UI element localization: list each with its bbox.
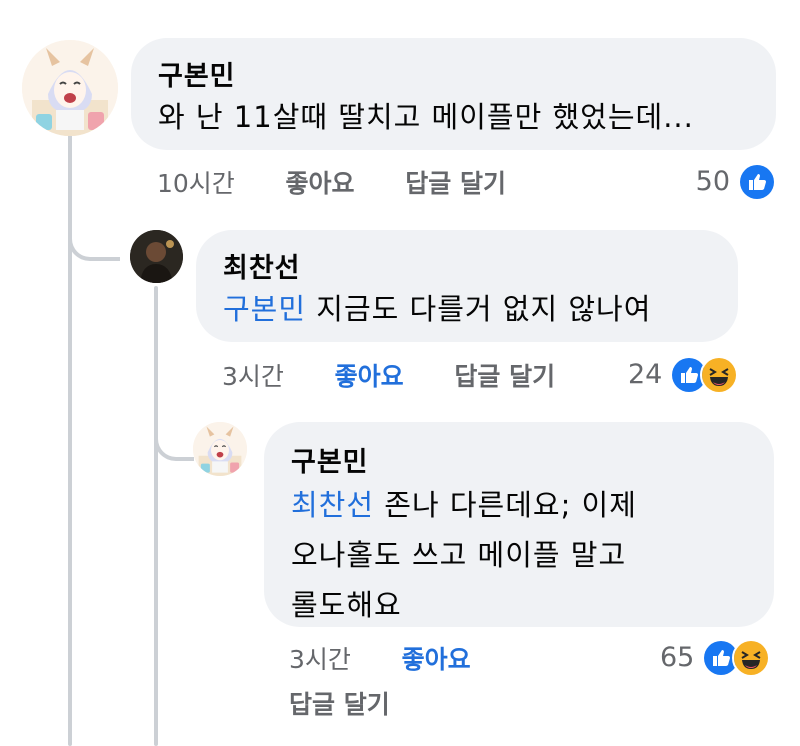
comment-author[interactable]: 구본민 bbox=[158, 60, 776, 94]
avatar[interactable] bbox=[130, 230, 183, 283]
like-button[interactable]: 좋아요 bbox=[286, 169, 355, 198]
comment-actions: 10시간 좋아요 답글 달기 bbox=[157, 167, 506, 201]
comment-bubble: 구본민 와 난 11살때 딸치고 메이플만 했었는데... bbox=[131, 38, 776, 150]
thread-connector-reply-1 bbox=[68, 205, 120, 261]
comment-bubble: 구본민 최찬선 존나 다른데요; 이제 오나홀도 쓰고 메이플 말고 롤도해요 bbox=[264, 422, 774, 627]
reaction-summary[interactable]: 50 bbox=[696, 163, 776, 201]
comment-text-line: 와 난 11살때 딸치고 메이플만 했었는데... bbox=[158, 100, 694, 134]
comment-author[interactable]: 최찬선 bbox=[223, 252, 738, 286]
comment-text-line: 롤도해요 bbox=[291, 588, 402, 622]
haha-icon bbox=[732, 639, 771, 677]
thread-line-reply bbox=[154, 286, 158, 746]
mention-link[interactable]: 최찬선 bbox=[291, 488, 374, 522]
comment-bubble: 최찬선 구본민 지금도 다를거 없지 않나여 bbox=[196, 230, 738, 342]
like-icon bbox=[738, 163, 776, 201]
comment-text: 최찬선 존나 다른데요; 이제 오나홀도 쓰고 메이플 말고 롤도해요 bbox=[291, 480, 774, 630]
comment-text-line: 오나홀도 쓰고 메이플 말고 bbox=[291, 538, 627, 572]
comment-author[interactable]: 구본민 bbox=[291, 446, 774, 480]
comment-timestamp[interactable]: 3시간 bbox=[289, 645, 351, 674]
thread-connector-reply-2 bbox=[154, 405, 194, 461]
reaction-count: 24 bbox=[628, 359, 663, 390]
comment-text-line: 존나 다른데요; 이제 bbox=[384, 488, 637, 522]
reply-button[interactable]: 답글 달기 bbox=[289, 690, 390, 719]
comment-actions: 3시간 좋아요 bbox=[289, 643, 471, 677]
avatar[interactable] bbox=[193, 422, 247, 476]
mention-link[interactable]: 구본민 bbox=[223, 292, 306, 326]
comment-text: 구본민 지금도 다를거 없지 않나여 bbox=[223, 286, 738, 332]
comment-text: 와 난 11살때 딸치고 메이플만 했었는데... bbox=[158, 94, 776, 140]
comment-actions-secondary: 답글 달기 bbox=[289, 688, 390, 722]
reaction-summary[interactable]: 65 bbox=[660, 639, 771, 677]
comment-text-line: 지금도 다를거 없지 않나여 bbox=[316, 292, 652, 326]
comment-timestamp[interactable]: 3시간 bbox=[222, 362, 284, 391]
reply-button[interactable]: 답글 달기 bbox=[405, 169, 506, 198]
reaction-count: 50 bbox=[695, 166, 730, 197]
reply-button[interactable]: 답글 달기 bbox=[454, 362, 555, 391]
haha-icon bbox=[700, 356, 739, 394]
comment-timestamp[interactable]: 10시간 bbox=[157, 169, 235, 198]
avatar[interactable] bbox=[22, 40, 118, 136]
like-button[interactable]: 좋아요 bbox=[335, 362, 404, 391]
like-button[interactable]: 좋아요 bbox=[402, 645, 471, 674]
reaction-count: 65 bbox=[660, 642, 695, 673]
comment-actions: 3시간 좋아요 답글 달기 bbox=[222, 360, 555, 394]
reaction-summary[interactable]: 24 bbox=[628, 356, 739, 394]
